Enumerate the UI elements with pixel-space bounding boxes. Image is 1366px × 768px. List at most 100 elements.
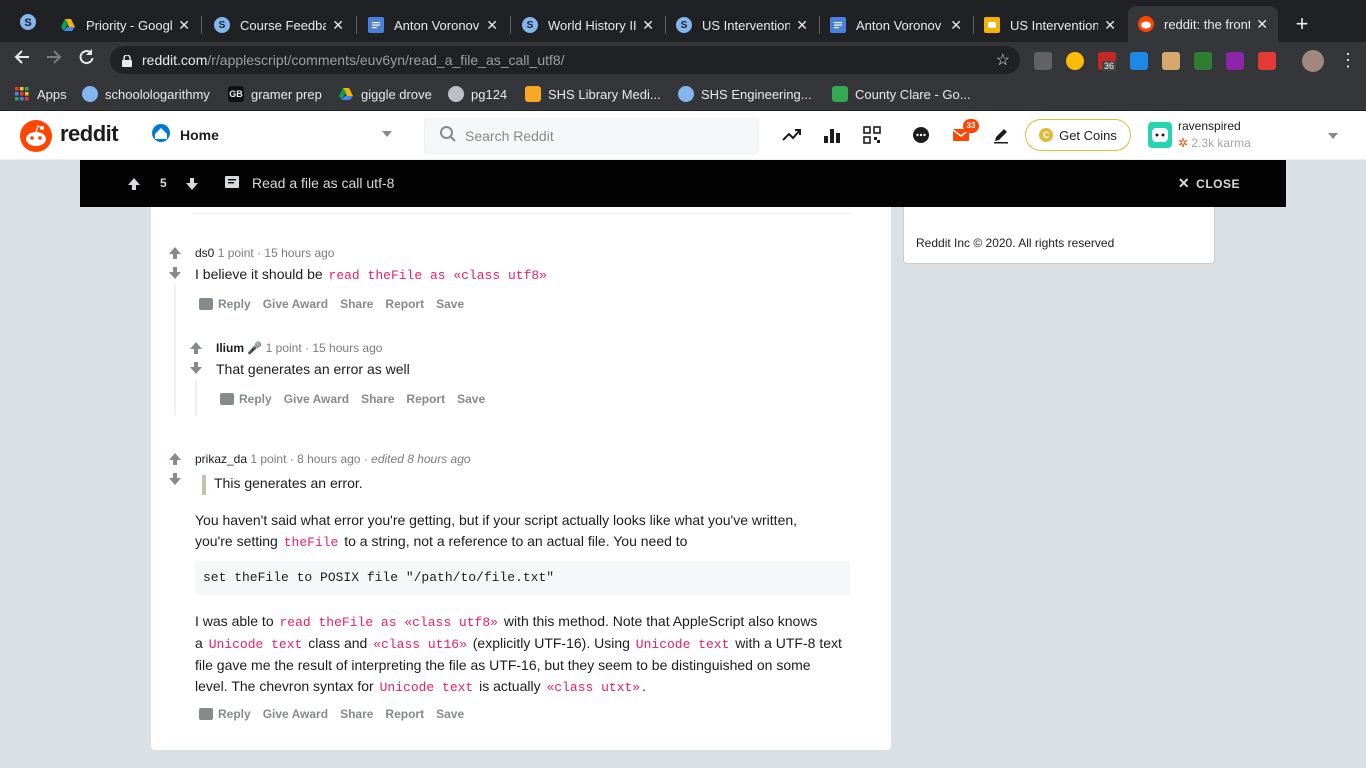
upvote-arrow-icon[interactable] bbox=[167, 451, 183, 467]
chat-icon[interactable] bbox=[909, 123, 933, 147]
report-button[interactable]: Report bbox=[385, 297, 424, 311]
bookmark-apps[interactable]: Apps bbox=[14, 85, 67, 103]
chrome-profile-icon[interactable]: S bbox=[16, 12, 40, 36]
browser-tab[interactable]: S Course Feedbac ✕ bbox=[204, 8, 354, 42]
browser-tab[interactable]: Priority - Google ✕ bbox=[50, 8, 200, 42]
extension-check-icon[interactable] bbox=[1130, 52, 1148, 70]
post-title: Read a file as call utf-8 bbox=[252, 175, 395, 191]
browser-tab[interactable]: Anton Voronov ✕ bbox=[820, 8, 972, 42]
extension-crx-icon[interactable] bbox=[1034, 52, 1052, 70]
close-tab-icon[interactable]: ✕ bbox=[1104, 17, 1116, 34]
post-score: 5 bbox=[160, 176, 167, 190]
thread-line[interactable] bbox=[174, 285, 176, 415]
downvote-arrow-icon[interactable] bbox=[167, 265, 183, 281]
browser-tab[interactable]: US Intervention ✕ bbox=[974, 8, 1126, 42]
extension-leaf-icon[interactable] bbox=[1194, 52, 1212, 70]
tab-title: Priority - Google bbox=[86, 17, 173, 33]
reload-button[interactable] bbox=[74, 48, 98, 72]
search-box[interactable] bbox=[424, 118, 759, 154]
upvote-arrow-icon[interactable] bbox=[188, 340, 204, 356]
mail-icon[interactable]: 33 bbox=[949, 119, 979, 147]
thread-line[interactable] bbox=[195, 380, 197, 416]
save-button[interactable]: Save bbox=[436, 707, 464, 721]
bookmark-item[interactable]: pg124 bbox=[448, 85, 507, 103]
bookmark-item[interactable]: SHS Library Medi... bbox=[525, 85, 661, 103]
extension-box-icon[interactable] bbox=[1162, 52, 1180, 70]
report-button[interactable]: Report bbox=[406, 392, 445, 406]
extension-color-icon[interactable] bbox=[1226, 52, 1244, 70]
share-button[interactable]: Share bbox=[361, 392, 394, 406]
extension-owl-icon[interactable] bbox=[1066, 52, 1084, 70]
inline-code: read theFile as «class utf8» bbox=[279, 615, 498, 630]
svg-text:S: S bbox=[24, 17, 31, 29]
forward-button[interactable] bbox=[42, 48, 66, 72]
reply-button[interactable]: Reply bbox=[220, 392, 272, 406]
inline-code: read theFile as «class utf8» bbox=[328, 268, 547, 283]
upvote-arrow-icon[interactable] bbox=[126, 176, 142, 192]
bookmark-item[interactable]: SHS Engineering... bbox=[678, 85, 812, 103]
give-award-button[interactable]: Give Award bbox=[263, 707, 328, 721]
reply-button[interactable]: Reply bbox=[199, 297, 251, 311]
browser-tab[interactable]: Anton Voronov ✕ bbox=[358, 8, 508, 42]
pencil-create-post-icon[interactable] bbox=[989, 123, 1013, 147]
share-button[interactable]: Share bbox=[340, 297, 373, 311]
close-tab-icon[interactable]: ✕ bbox=[796, 17, 808, 34]
leaderboard-icon[interactable] bbox=[820, 123, 844, 147]
tab-title: Anton Voronov bbox=[394, 17, 480, 33]
comment-author[interactable]: prikaz_da bbox=[195, 452, 247, 466]
upvote-arrow-icon[interactable] bbox=[167, 245, 183, 261]
comment-time[interactable]: 15 hours ago bbox=[264, 246, 334, 260]
close-tab-icon[interactable]: ✕ bbox=[332, 17, 344, 34]
bookmark-item[interactable]: County Clare - Go... bbox=[832, 85, 971, 103]
give-award-button[interactable]: Give Award bbox=[263, 297, 328, 311]
share-button[interactable]: Share bbox=[340, 707, 373, 721]
browser-tab[interactable]: S World History II: ✕ bbox=[512, 8, 664, 42]
close-label: CLOSE bbox=[1196, 176, 1240, 191]
downvote-arrow-icon[interactable] bbox=[167, 471, 183, 487]
bookmark-item[interactable]: schoolologarithmy bbox=[82, 85, 210, 103]
report-button[interactable]: Report bbox=[385, 707, 424, 721]
close-tab-icon[interactable]: ✕ bbox=[642, 17, 654, 34]
divider bbox=[192, 213, 851, 214]
home-dropdown[interactable]: Home bbox=[146, 117, 400, 153]
popular-trending-icon[interactable] bbox=[780, 123, 804, 147]
user-dropdown[interactable]: ravenspired ✲ 2.3k karma bbox=[1146, 117, 1346, 153]
save-button[interactable]: Save bbox=[436, 297, 464, 311]
comment-author[interactable]: ds0 bbox=[195, 246, 214, 260]
bookmark-item[interactable]: GB gramer prep bbox=[228, 85, 322, 103]
schoology-icon bbox=[82, 86, 98, 102]
reddit-wordmark[interactable]: reddit bbox=[60, 121, 119, 147]
qr-code-icon[interactable] bbox=[860, 123, 884, 147]
give-award-button[interactable]: Give Award bbox=[284, 392, 349, 406]
back-button[interactable] bbox=[10, 48, 34, 72]
copyright-text: Reddit Inc © 2020. All rights reserved bbox=[916, 236, 1115, 250]
downvote-arrow-icon[interactable] bbox=[188, 360, 204, 376]
search-input[interactable] bbox=[465, 128, 745, 144]
get-coins-button[interactable]: C Get Coins bbox=[1025, 119, 1131, 151]
profile-avatar[interactable] bbox=[1302, 50, 1324, 72]
close-tab-icon[interactable]: ✕ bbox=[178, 17, 190, 34]
comment-author[interactable]: Ilium bbox=[216, 341, 244, 355]
extension-arrow-icon[interactable] bbox=[1258, 52, 1276, 70]
browser-tab-active[interactable]: reddit: the front ✕ bbox=[1128, 6, 1278, 42]
close-tab-icon[interactable]: ✕ bbox=[1256, 16, 1268, 33]
new-tab-button[interactable]: + bbox=[1292, 12, 1312, 36]
close-tab-icon[interactable]: ✕ bbox=[950, 17, 962, 34]
close-tab-icon[interactable]: ✕ bbox=[486, 17, 498, 34]
browser-tab[interactable]: S US Intervention ✕ bbox=[666, 8, 818, 42]
bookmark-star-icon[interactable]: ☆ bbox=[996, 50, 1010, 70]
save-button[interactable]: Save bbox=[457, 392, 485, 406]
bookmark-label: gramer prep bbox=[251, 86, 322, 102]
comment-time[interactable]: 15 hours ago bbox=[312, 341, 382, 355]
comment-time[interactable]: 8 hours ago bbox=[297, 452, 360, 466]
close-post-button[interactable]: ✕ CLOSE bbox=[1178, 175, 1240, 192]
extension-abp-icon[interactable]: 36 bbox=[1098, 52, 1117, 71]
downvote-arrow-icon[interactable] bbox=[184, 176, 200, 192]
reddit-logo-icon[interactable] bbox=[20, 120, 52, 152]
tab-title: Anton Voronov bbox=[856, 17, 942, 33]
browser-menu-icon[interactable]: ⋮ bbox=[1336, 48, 1360, 72]
bookmark-item[interactable]: giggle drove bbox=[338, 85, 432, 103]
comment-points: 1 point bbox=[250, 452, 287, 466]
reply-button[interactable]: Reply bbox=[199, 707, 251, 721]
address-bar[interactable]: reddit.com/r/applescript/comments/euv6yn… bbox=[110, 46, 1020, 74]
